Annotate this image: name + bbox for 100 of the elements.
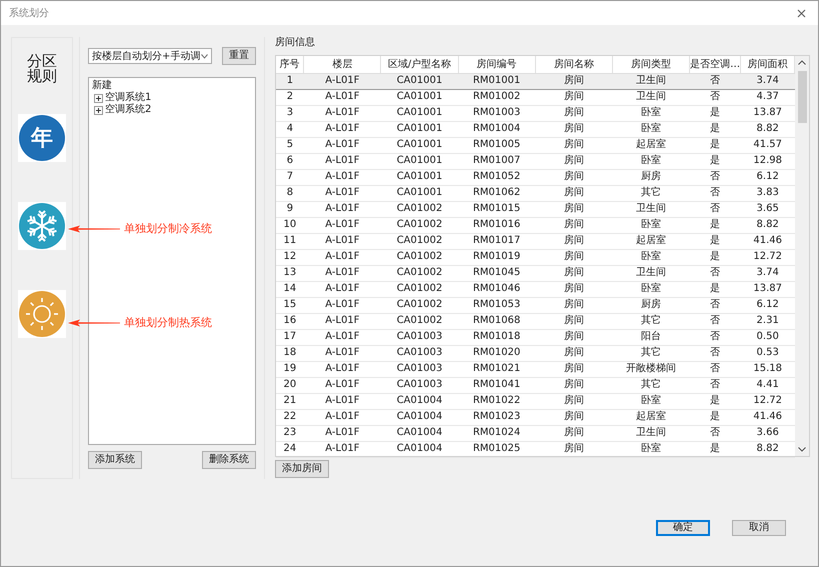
table-cell: RM01001: [458, 73, 536, 89]
table-cell: 开敞楼梯间: [612, 361, 690, 377]
table-cell: RM01003: [458, 105, 536, 121]
table-cell: 房间: [535, 393, 612, 409]
table-row[interactable]: 6 A-L01F CA01001 RM01007 房间 卧室 是 12.98: [276, 153, 794, 169]
table-row[interactable]: 4 A-L01F CA01001 RM01004 房间 卧室 是 8.82: [276, 121, 794, 137]
selected-row[interactable]: 1 A-L01F CA01001 RM01001 房间 卫生间 否 3.74: [276, 73, 794, 89]
year-glyph: 年: [31, 124, 53, 152]
rule-tile[interactable]: 年: [18, 114, 66, 162]
table-row[interactable]: 9 A-L01F CA01002 RM01015 房间 卫生间 否 3.65: [276, 201, 794, 217]
table-cell: CA01002: [380, 297, 458, 313]
table-row[interactable]: 15 A-L01F CA01002 RM01053 房间 厨房 否 6.12: [276, 297, 794, 313]
table-row[interactable]: 24 A-L01F CA01004 RM01025 房间 卧室 是 8.82: [276, 441, 794, 457]
table-row[interactable]: 18 A-L01F CA01003 RM01020 房间 其它 否 0.53: [276, 345, 794, 361]
table-row[interactable]: 16 A-L01F CA01002 RM01068 房间 其它 否 2.31: [276, 313, 794, 329]
column-header[interactable]: 是否空调…: [689, 56, 741, 73]
column-header[interactable]: 房间类型: [612, 56, 690, 73]
table-cell: CA01003: [380, 377, 458, 393]
table-cell: 房间: [535, 73, 612, 89]
column-header[interactable]: 楼层: [304, 56, 381, 73]
table-cell: 否: [689, 73, 741, 89]
column-header[interactable]: 区域/户型名称: [380, 56, 458, 73]
table-cell: A-L01F: [304, 441, 381, 457]
table-cell: 22: [276, 409, 304, 425]
table-row[interactable]: 11 A-L01F CA01002 RM01017 房间 起居室 是 41.46: [276, 233, 794, 249]
window-title: 系统划分: [9, 6, 49, 20]
table-cell: 房间: [535, 425, 612, 441]
annotation-text: 单独划分制热系统: [124, 315, 212, 331]
table-cell: 是: [689, 121, 741, 137]
tree-item[interactable]: 空调系统2: [105, 104, 152, 116]
table-cell: 否: [689, 201, 741, 217]
table-cell: 21: [276, 393, 304, 409]
table-row[interactable]: 13 A-L01F CA01002 RM01045 房间 卫生间 否 3.74: [276, 265, 794, 281]
table-cell: 阳台: [612, 329, 690, 345]
table-cell: CA01004: [380, 409, 458, 425]
table-cell: 否: [689, 297, 741, 313]
table-row[interactable]: 17 A-L01F CA01003 RM01018 房间 阳台 否 0.50: [276, 329, 794, 345]
table-row[interactable]: 22 A-L01F CA01004 RM01023 房间 起居室 是 41.46: [276, 409, 794, 425]
table-cell: A-L01F: [304, 393, 381, 409]
table-cell: 卧室: [612, 153, 690, 169]
table-row[interactable]: 5 A-L01F CA01001 RM01005 房间 起居室 是 41.57: [276, 137, 794, 153]
table-cell: 12: [276, 249, 304, 265]
table-cell: 否: [689, 89, 741, 105]
annotation-text: 单独划分制冷系统: [124, 221, 212, 237]
rules-label: 分区规则: [26, 54, 58, 84]
ok-button[interactable]: 确定: [656, 520, 710, 536]
table-cell: A-L01F: [304, 265, 381, 281]
table-cell: 3: [276, 105, 304, 121]
table-cell: RM01023: [458, 409, 536, 425]
tree-item[interactable]: 空调系统1: [105, 92, 152, 104]
table-cell: A-L01F: [304, 345, 381, 361]
table-cell: RM01016: [458, 217, 536, 233]
system-button[interactable]: 删除系统: [202, 451, 256, 469]
tree-item[interactable]: 新建: [92, 80, 252, 92]
table-row[interactable]: 14 A-L01F CA01002 RM01046 房间 卧室 是 13.87: [276, 281, 794, 297]
mode-dropdown[interactable]: 按楼层自动划分+手动调: [88, 48, 212, 64]
table-cell: RM01068: [458, 313, 536, 329]
table-cell: 是: [689, 393, 741, 409]
table-cell: 起居室: [612, 233, 690, 249]
table-cell: CA01002: [380, 265, 458, 281]
table-cell: 5: [276, 137, 304, 153]
table-cell: A-L01F: [304, 281, 381, 297]
table-row[interactable]: 12 A-L01F CA01002 RM01019 房间 卧室 是 12.72: [276, 249, 794, 265]
table-cell: 卧室: [612, 249, 690, 265]
table-cell: CA01004: [380, 425, 458, 441]
column-header[interactable]: 序号: [276, 56, 304, 73]
add-room-button[interactable]: 添加房间: [275, 460, 329, 478]
table-cell: CA01002: [380, 201, 458, 217]
table-cell: RM01025: [458, 441, 536, 457]
table-cell: A-L01F: [304, 233, 381, 249]
table-cell: 10: [276, 217, 304, 233]
table-cell: A-L01F: [304, 217, 381, 233]
table-row[interactable]: 19 A-L01F CA01003 RM01021 房间 开敞楼梯间 否 15.18: [276, 361, 794, 377]
table-cell: CA01001: [380, 105, 458, 121]
scroll-up-icon: [798, 60, 806, 65]
table-cell: 房间: [535, 361, 612, 377]
table-cell: A-L01F: [304, 73, 381, 89]
table-cell: 否: [689, 361, 741, 377]
table-row[interactable]: 8 A-L01F CA01001 RM01062 房间 其它 否 3.83: [276, 185, 794, 201]
table-cell: RM01005: [458, 137, 536, 153]
table-row[interactable]: 23 A-L01F CA01004 RM01024 房间 卫生间 否 3.66: [276, 425, 794, 441]
table-row[interactable]: 10 A-L01F CA01002 RM01016 房间 卧室 是 8.82: [276, 217, 794, 233]
scrollbar[interactable]: [795, 56, 809, 456]
table-cell: 起居室: [612, 409, 690, 425]
table-row[interactable]: 3 A-L01F CA01001 RM01003 房间 卧室 是 13.87: [276, 105, 794, 121]
table-row[interactable]: 7 A-L01F CA01001 RM01052 房间 厨房 否 6.12: [276, 169, 794, 185]
scroll-thumb[interactable]: [798, 71, 806, 123]
column-header[interactable]: 房间名称: [535, 56, 612, 73]
system-button[interactable]: 添加系统: [88, 451, 142, 469]
table-cell: RM01053: [458, 297, 536, 313]
cancel-button[interactable]: 取消: [732, 520, 786, 536]
table-cell: 是: [689, 441, 741, 457]
reset-button[interactable]: 重置: [222, 47, 256, 65]
table-cell: 卫生间: [612, 89, 690, 105]
table-cell: RM01052: [458, 169, 536, 185]
table-cell: 否: [689, 169, 741, 185]
table-row[interactable]: 2 A-L01F CA01001 RM01002 房间 卫生间 否 4.37: [276, 89, 794, 105]
table-row[interactable]: 20 A-L01F CA01003 RM01041 房间 其它 否 4.41: [276, 377, 794, 393]
table-row[interactable]: 21 A-L01F CA01004 RM01022 房间 卧室 是 12.72: [276, 393, 794, 409]
column-header[interactable]: 房间编号: [458, 56, 536, 73]
